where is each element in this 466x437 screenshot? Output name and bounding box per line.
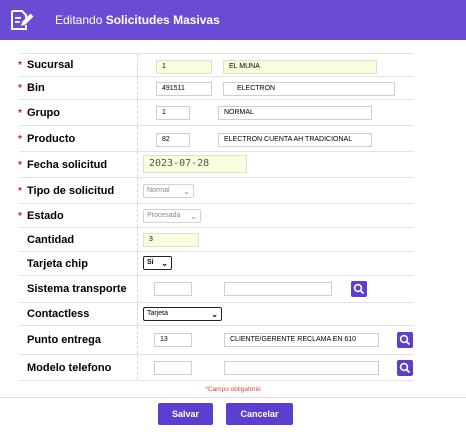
search-icon: [399, 334, 411, 346]
tipo-solicitud-select[interactable]: Normal ⌄: [143, 184, 194, 198]
producto-code-field[interactable]: 82: [156, 133, 190, 147]
search-icon: [353, 283, 365, 295]
row-tipo-solicitud: * Tipo de solicitud Normal ⌄: [18, 178, 414, 204]
row-punto-entrega: Punto entrega 13 CLIENTE/GERENTE RECLAMA…: [20, 326, 414, 355]
sistema-transporte-search-button[interactable]: [351, 281, 367, 297]
tipo-solicitud-label: Tipo de solicitud: [27, 184, 115, 197]
required-mark: *: [18, 107, 22, 119]
cancel-button[interactable]: Cancelar: [226, 403, 293, 425]
row-bin: * Bin 491511 ELECTRON: [18, 77, 414, 100]
modelo-telefono-code-field[interactable]: [154, 361, 192, 375]
producto-label: Producto: [27, 132, 76, 145]
row-grupo: * Grupo 1 NORMAL: [18, 100, 414, 126]
sucursal-name-field: EL MUNA: [223, 60, 377, 74]
required-mark: *: [18, 83, 22, 95]
bin-label: Bin: [27, 82, 45, 94]
fecha-solicitud-field: 2023-07-28: [143, 155, 247, 173]
sucursal-code-field: 1: [156, 60, 212, 74]
required-note: *Campo obligatorio: [205, 386, 261, 393]
page-header: Editando Solicitudes Masivas: [0, 0, 466, 40]
cantidad-field: 3: [143, 233, 199, 247]
row-fecha-solicitud: * Fecha solicitud 2023-07-28: [18, 152, 414, 178]
save-button[interactable]: Salvar: [158, 403, 213, 425]
required-mark: *: [18, 210, 22, 222]
grupo-name-field[interactable]: NORMAL: [218, 106, 372, 120]
chevron-down-icon: ⌄: [190, 212, 197, 221]
sistema-transporte-name-field[interactable]: [224, 282, 332, 296]
grupo-label: Grupo: [27, 106, 60, 119]
row-sistema-transporte: Sistema transporte: [20, 276, 414, 303]
row-cantidad: Cantidad 3: [20, 228, 414, 252]
contactless-label: Contactless: [27, 308, 90, 320]
grupo-code-field[interactable]: 1: [156, 106, 190, 120]
cantidad-label: Cantidad: [27, 233, 75, 246]
chevron-down-icon: ⌄: [161, 259, 168, 268]
search-icon: [399, 362, 411, 374]
tarjeta-chip-label: Tarjeta chip: [27, 257, 88, 270]
row-estado: * Estado Procesada ⌄: [18, 204, 414, 228]
producto-name-field[interactable]: ELECTRON CUENTA AH TRADICIONAL: [218, 133, 372, 147]
fecha-solicitud-label: Fecha solicitud: [27, 158, 108, 171]
sistema-transporte-label: Sistema transporte: [27, 283, 127, 295]
punto-entrega-search-button[interactable]: [397, 332, 413, 348]
chevron-down-icon: ⌄: [183, 187, 190, 196]
sucursal-label: Sucursal: [27, 59, 74, 71]
footer-divider: [0, 397, 466, 398]
modelo-telefono-label: Modelo telefono: [27, 361, 112, 374]
required-mark: *: [18, 159, 22, 171]
punto-entrega-label: Punto entrega: [27, 334, 101, 346]
sistema-transporte-code-field[interactable]: [154, 282, 192, 296]
page-title: Editando Solicitudes Masivas: [55, 13, 220, 27]
bin-code-field[interactable]: 491511: [156, 82, 212, 96]
punto-entrega-name-field[interactable]: CLIENTE/GERENTE RECLAMA EN 610: [224, 333, 379, 347]
modelo-telefono-search-button[interactable]: [397, 360, 413, 376]
row-tarjeta-chip: Tarjeta chip Si ⌄: [20, 252, 414, 276]
row-sucursal: * Sucursal 1 EL MUNA: [18, 53, 414, 77]
required-mark: *: [18, 133, 22, 145]
required-mark: *: [18, 185, 22, 197]
modelo-telefono-name-field[interactable]: [224, 361, 379, 375]
tarjeta-chip-select[interactable]: Si ⌄: [143, 256, 172, 270]
contactless-select[interactable]: Tarjeta ⌄: [143, 307, 222, 321]
row-contactless: Contactless Tarjeta ⌄: [20, 303, 414, 326]
chevron-down-icon: ⌄: [211, 310, 218, 319]
required-mark: *: [18, 60, 22, 72]
estado-select[interactable]: Procesada ⌄: [143, 209, 201, 223]
row-modelo-telefono: Modelo telefono: [20, 355, 414, 381]
bin-name-field[interactable]: ELECTRON: [223, 82, 395, 96]
punto-entrega-code-field[interactable]: 13: [154, 333, 192, 347]
row-producto: * Producto 82 ELECTRON CUENTA AH TRADICIO…: [18, 126, 414, 152]
edit-document-icon: [5, 3, 39, 37]
estado-label: Estado: [27, 209, 64, 222]
